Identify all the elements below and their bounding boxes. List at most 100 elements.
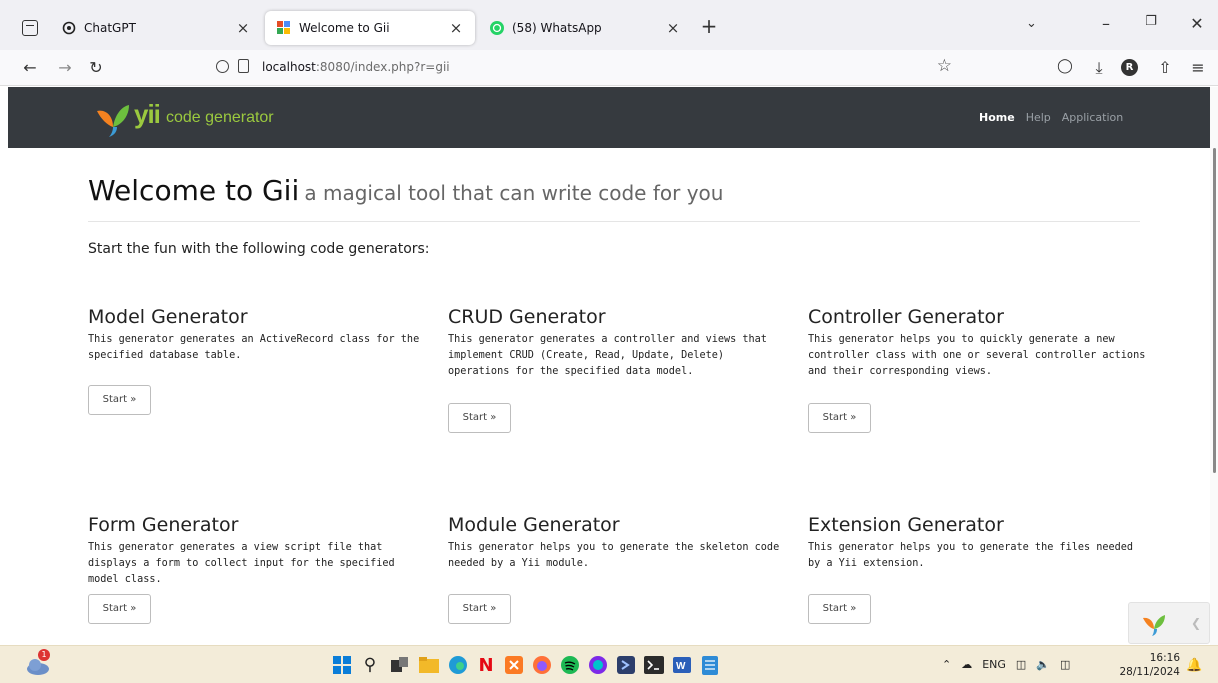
tab-title: Welcome to Gii bbox=[299, 21, 390, 35]
address-bar[interactable]: localhost:8080/index.php?r=gii ☆ bbox=[206, 54, 954, 82]
yii-debug-icon[interactable] bbox=[1141, 611, 1167, 637]
chevron-up-icon[interactable]: ⌃ bbox=[942, 658, 951, 671]
yii-icon bbox=[277, 21, 290, 34]
spotify-icon[interactable] bbox=[559, 654, 581, 676]
bookmark-star-icon[interactable]: ☆ bbox=[937, 56, 952, 76]
search-icon[interactable]: ⚲ bbox=[359, 654, 381, 676]
nav-help[interactable]: Help bbox=[1026, 111, 1051, 124]
tab-welcome-to-gii[interactable]: Welcome to Gii × bbox=[265, 11, 475, 45]
tab-list-icon[interactable] bbox=[22, 20, 38, 36]
volume-icon[interactable]: 🔈 bbox=[1036, 658, 1050, 671]
header-nav: Home Help Application bbox=[979, 111, 1123, 124]
forward-icon[interactable]: → bbox=[54, 58, 76, 77]
task-view-icon[interactable] bbox=[389, 654, 411, 676]
generator-title: Model Generator bbox=[88, 306, 248, 328]
intro-text: Start the fun with the following code ge… bbox=[88, 241, 430, 257]
profile-avatar[interactable]: R bbox=[1121, 59, 1138, 76]
firefox-icon[interactable] bbox=[531, 654, 553, 676]
site-header: yii code generator Home Help Application bbox=[8, 87, 1210, 148]
restore-icon[interactable]: ❐ bbox=[1139, 14, 1163, 29]
start-button[interactable]: Start » bbox=[808, 594, 871, 624]
browser-tab-bar: ChatGPT × Welcome to Gii × (58) WhatsApp… bbox=[0, 0, 1218, 50]
chatgpt-icon bbox=[62, 21, 76, 35]
pocket-icon[interactable]: ◯ bbox=[1054, 58, 1076, 74]
generator-title: Extension Generator bbox=[808, 514, 1004, 536]
terminal-icon[interactable] bbox=[643, 654, 665, 676]
nav-application[interactable]: Application bbox=[1062, 111, 1123, 124]
url-text[interactable]: localhost:8080/index.php?r=gii bbox=[262, 60, 450, 74]
extensions-icon[interactable]: ⇧ bbox=[1154, 58, 1176, 77]
xampp-icon[interactable] bbox=[503, 654, 525, 676]
canva-icon[interactable] bbox=[587, 654, 609, 676]
generator-card-extension: Extension Generator This generator helps… bbox=[808, 514, 1148, 624]
menu-icon[interactable]: ≡ bbox=[1187, 58, 1209, 77]
tab-title: ChatGPT bbox=[84, 21, 136, 35]
tab-title: (58) WhatsApp bbox=[512, 21, 602, 35]
generator-title: Module Generator bbox=[448, 514, 620, 536]
svg-text:W: W bbox=[676, 661, 686, 672]
word-icon[interactable]: W bbox=[671, 654, 693, 676]
downloads-icon[interactable]: ⤓ bbox=[1088, 58, 1110, 78]
close-tab-icon[interactable]: × bbox=[445, 19, 467, 37]
tab-whatsapp[interactable]: (58) WhatsApp × bbox=[478, 11, 692, 45]
start-button[interactable]: Start » bbox=[448, 403, 511, 433]
generator-description: This generator helps you to generate the… bbox=[448, 542, 780, 569]
chevron-down-icon[interactable]: ⌄ bbox=[1026, 16, 1037, 31]
windows-taskbar: 1 ⚲ N W ⌃ ☁ ENG ◫ 🔈 ◫ 16:16 28/11/2024 🔔 bbox=[0, 645, 1218, 683]
debug-toolbar[interactable]: ❮ bbox=[1128, 602, 1210, 644]
close-tab-icon[interactable]: × bbox=[662, 19, 684, 37]
generator-title: Controller Generator bbox=[808, 306, 1004, 328]
system-tray: ⌃ ☁ ENG ◫ 🔈 ◫ bbox=[942, 658, 1070, 671]
page-title-main: Welcome to Gii bbox=[88, 174, 300, 207]
start-button[interactable]: Start » bbox=[448, 594, 511, 624]
reload-icon[interactable]: ↻ bbox=[85, 58, 107, 77]
clock-time: 16:16 bbox=[1149, 652, 1180, 664]
generator-card-module: Module Generator This generator helps yo… bbox=[448, 514, 788, 624]
start-button[interactable]: Start » bbox=[88, 594, 151, 624]
chevron-left-icon[interactable]: ❮ bbox=[1191, 616, 1201, 630]
clock[interactable]: 16:16 28/11/2024 bbox=[1116, 651, 1180, 679]
page-title-subtitle: a magical tool that can write code for y… bbox=[304, 181, 724, 205]
vscode-icon[interactable] bbox=[615, 654, 637, 676]
generator-card-form: Form Generator This generator generates … bbox=[88, 514, 428, 624]
yii-logo-icon[interactable] bbox=[91, 97, 133, 139]
browser-nav-bar: ← → ↻ localhost:8080/index.php?r=gii ☆ ◯… bbox=[0, 50, 1218, 86]
generator-title: CRUD Generator bbox=[448, 306, 606, 328]
netflix-icon[interactable]: N bbox=[475, 654, 497, 676]
site-subtitle[interactable]: code generator bbox=[166, 109, 274, 127]
page-title: Welcome to Gii a magical tool that can w… bbox=[88, 174, 723, 207]
battery-icon[interactable]: ◫ bbox=[1060, 658, 1070, 671]
page-info-icon[interactable] bbox=[238, 59, 249, 73]
language-indicator[interactable]: ENG bbox=[982, 658, 1006, 671]
notification-badge: 1 bbox=[38, 649, 50, 661]
close-tab-icon[interactable]: × bbox=[232, 19, 254, 37]
new-tab-button[interactable]: + bbox=[698, 14, 720, 38]
start-menu-icon[interactable] bbox=[331, 654, 353, 676]
generator-description: This generator generates a controller an… bbox=[448, 334, 767, 377]
file-explorer-icon[interactable] bbox=[418, 654, 440, 676]
generator-description: This generator helps you to generate the… bbox=[808, 542, 1134, 569]
tracking-protection-icon[interactable] bbox=[216, 60, 229, 73]
notepad-icon[interactable] bbox=[699, 654, 721, 676]
clock-date: 28/11/2024 bbox=[1119, 666, 1180, 678]
divider bbox=[88, 221, 1140, 222]
notification-bell-icon[interactable]: 🔔 bbox=[1186, 658, 1202, 673]
start-button[interactable]: Start » bbox=[808, 403, 871, 433]
generator-card-crud: CRUD Generator This generator generates … bbox=[448, 306, 788, 433]
nav-home[interactable]: Home bbox=[979, 111, 1015, 124]
generator-description: This generator generates an ActiveRecord… bbox=[88, 334, 420, 361]
generator-description: This generator generates a view script f… bbox=[88, 542, 395, 585]
back-icon[interactable]: ← bbox=[19, 58, 41, 77]
close-window-icon[interactable]: ✕ bbox=[1185, 14, 1209, 33]
scrollbar-thumb[interactable] bbox=[1213, 148, 1216, 473]
generator-title: Form Generator bbox=[88, 514, 239, 536]
generator-card-model: Model Generator This generator generates… bbox=[88, 306, 428, 415]
tab-chatgpt[interactable]: ChatGPT × bbox=[50, 11, 262, 45]
network-icon[interactable]: ◫ bbox=[1016, 658, 1026, 671]
start-button[interactable]: Start » bbox=[88, 385, 151, 415]
edge-icon[interactable] bbox=[447, 654, 469, 676]
minimize-icon[interactable]: – bbox=[1094, 14, 1118, 33]
yii-wordmark[interactable]: yii bbox=[134, 99, 161, 130]
onedrive-icon[interactable]: ☁ bbox=[961, 658, 972, 671]
generator-description: This generator helps you to quickly gene… bbox=[808, 334, 1146, 377]
